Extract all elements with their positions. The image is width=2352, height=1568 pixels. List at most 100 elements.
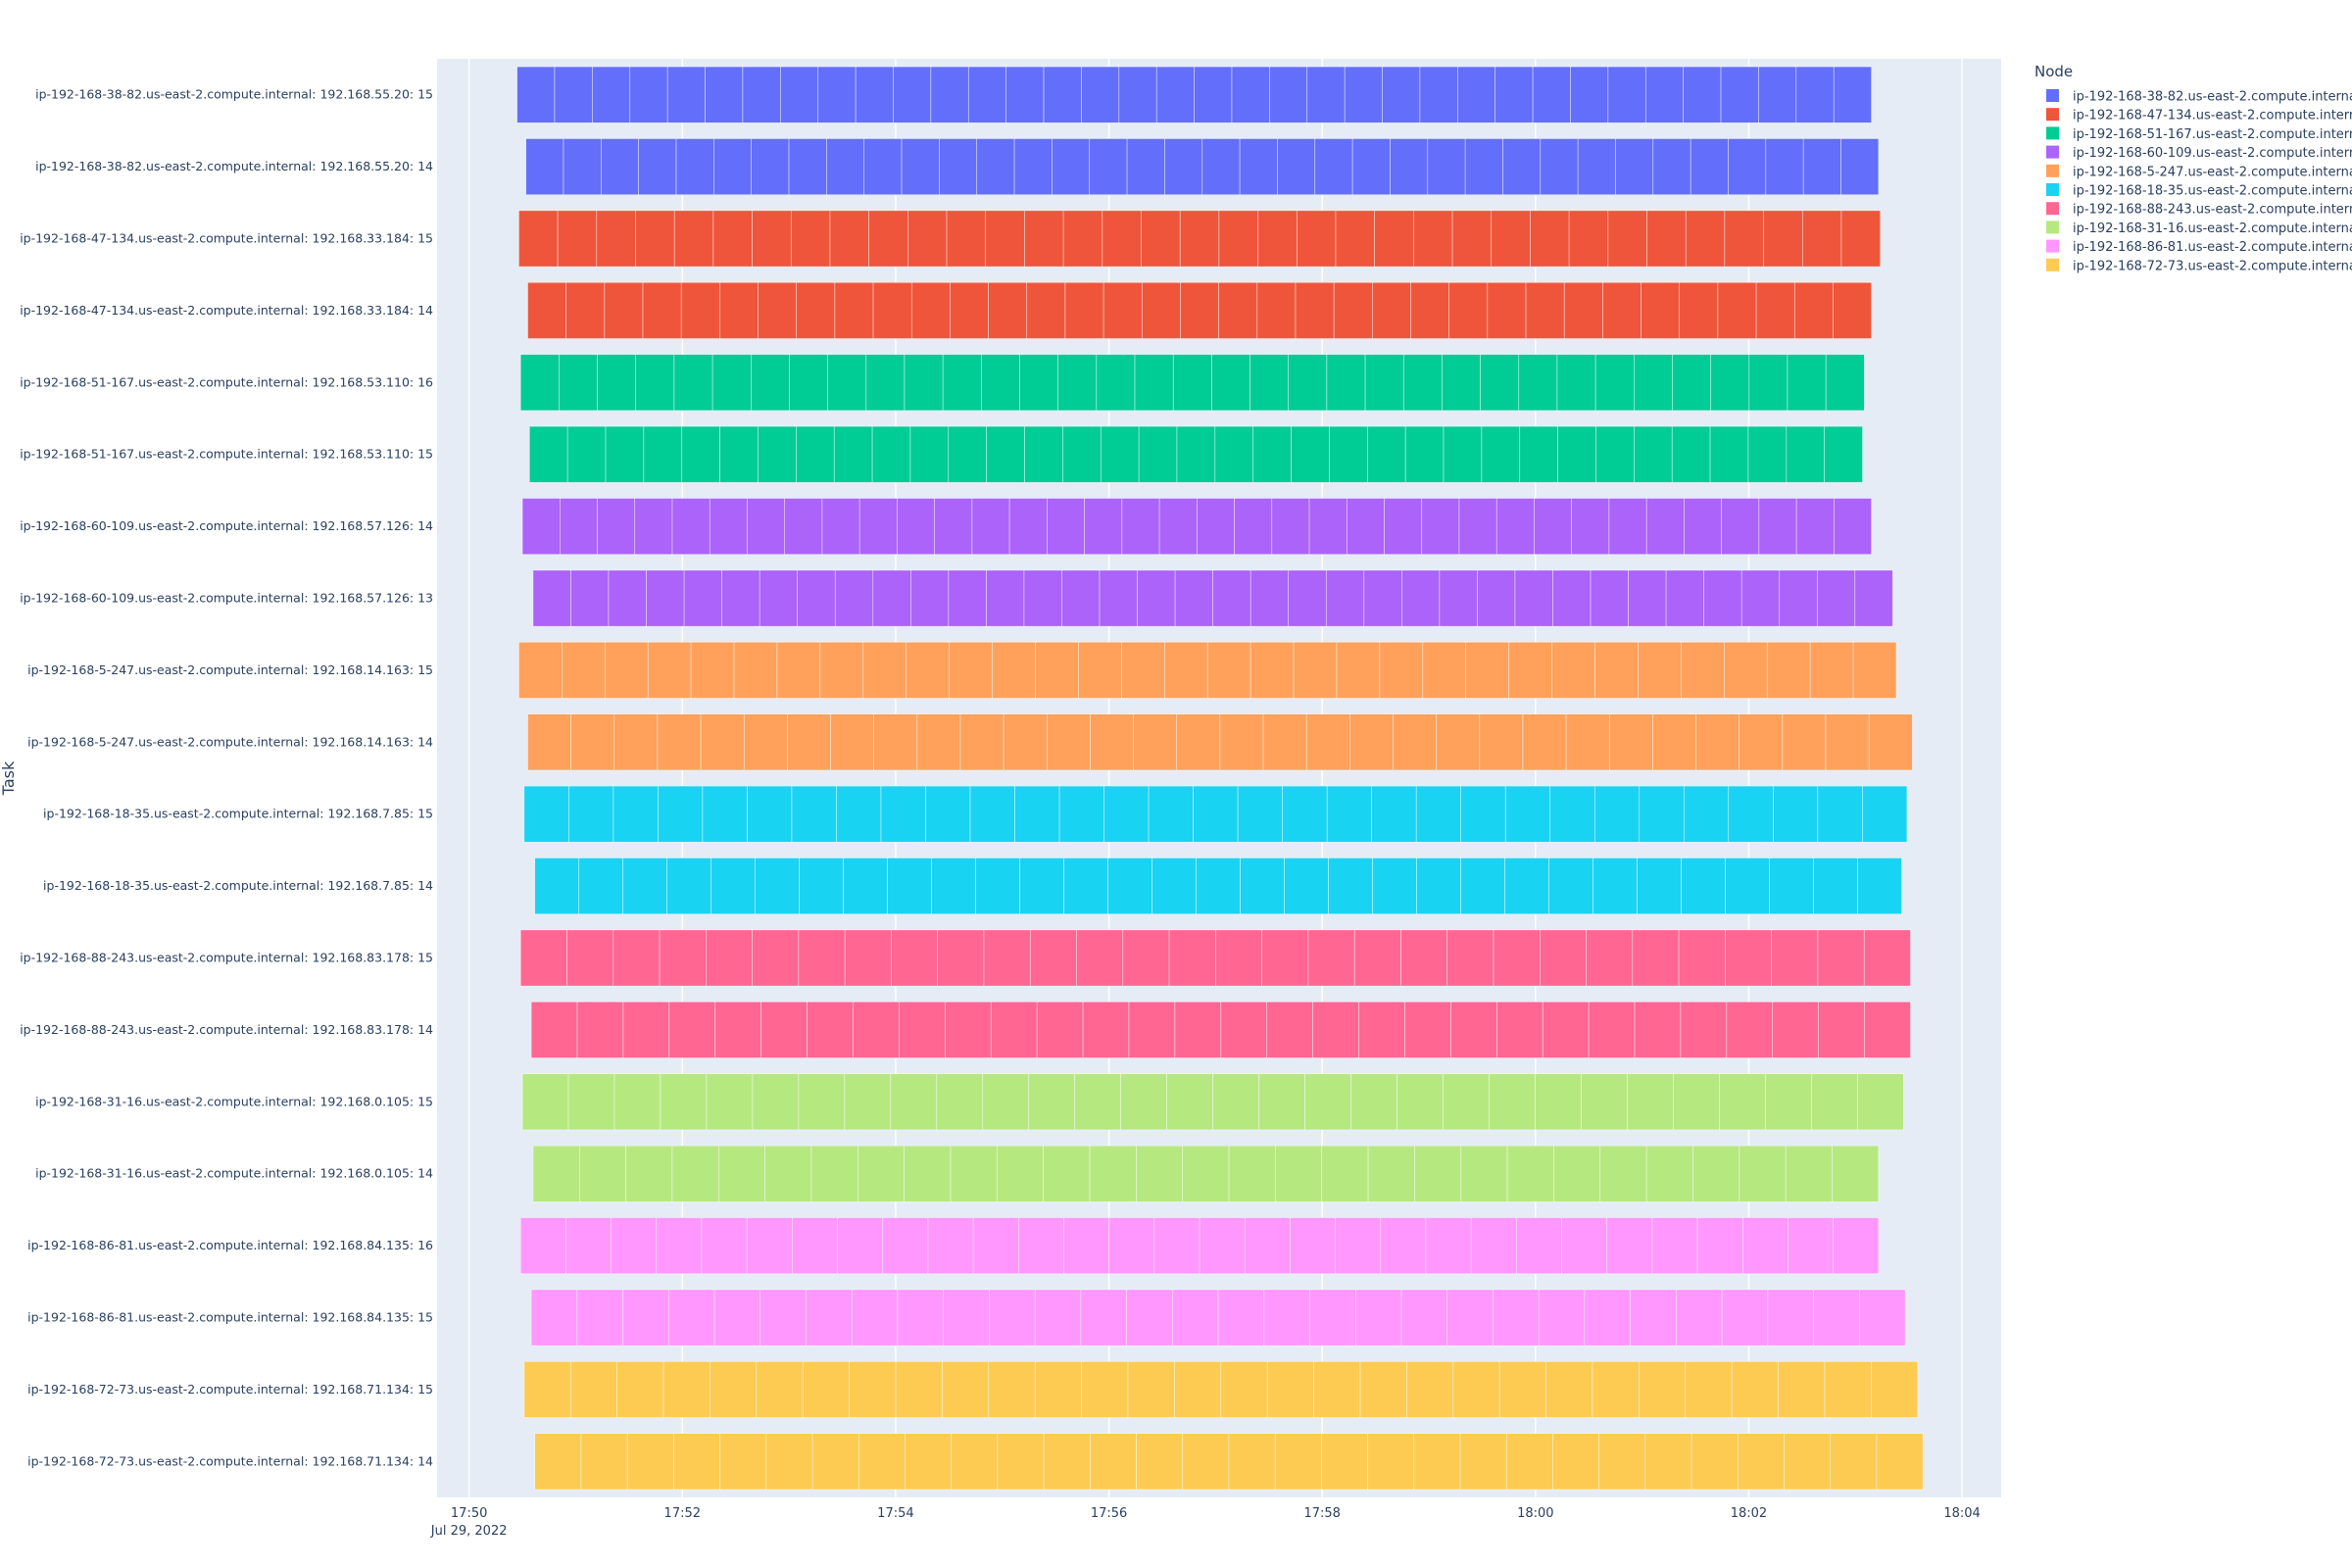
task-segment[interactable] (662, 1360, 710, 1418)
task-segment[interactable] (1211, 354, 1250, 412)
task-segment[interactable] (1817, 929, 1865, 987)
task-segment[interactable] (1540, 138, 1579, 196)
task-segment[interactable] (950, 281, 989, 339)
task-segment[interactable] (1277, 138, 1316, 196)
task-segment[interactable] (1436, 713, 1481, 771)
task-segment[interactable] (817, 66, 857, 123)
task-segment[interactable] (1344, 66, 1383, 123)
task-segment[interactable] (1608, 713, 1653, 771)
task-segment[interactable] (1284, 858, 1329, 915)
task-segment[interactable] (1372, 858, 1417, 915)
task-segment[interactable] (1121, 641, 1165, 699)
task-segment[interactable] (1548, 858, 1593, 915)
task-segment[interactable] (1329, 425, 1368, 483)
task-segment[interactable] (1312, 1001, 1359, 1058)
task-segment[interactable] (1228, 1145, 1276, 1202)
task-segment[interactable] (988, 281, 1028, 339)
task-segment[interactable] (1632, 929, 1680, 987)
task-segment[interactable] (1859, 1289, 1906, 1347)
task-segment[interactable] (1763, 210, 1803, 268)
task-segment[interactable] (1393, 713, 1437, 771)
task-segment[interactable] (758, 281, 798, 339)
task-segment[interactable] (1769, 858, 1814, 915)
legend-item[interactable]: ip-192-168-47-134.us-east-2.compute.inte… (2046, 108, 2352, 123)
task-segment[interactable] (890, 1073, 938, 1131)
task-segment[interactable] (827, 354, 867, 412)
task-segment[interactable] (1258, 1073, 1305, 1131)
task-bar[interactable] (532, 1145, 1880, 1202)
task-segment[interactable] (1703, 569, 1742, 627)
task-segment[interactable] (570, 713, 615, 771)
task-segment[interactable] (1824, 1360, 1872, 1418)
task-segment[interactable] (1840, 138, 1880, 196)
task-segment[interactable] (565, 281, 606, 339)
task-segment[interactable] (1545, 1360, 1593, 1418)
task-segment[interactable] (1372, 281, 1411, 339)
task-segment[interactable] (1495, 1001, 1544, 1058)
task-segment[interactable] (758, 425, 797, 483)
task-segment[interactable] (659, 929, 707, 987)
task-segment[interactable] (567, 1073, 615, 1131)
task-segment[interactable] (910, 569, 950, 627)
task-segment[interactable] (518, 641, 563, 699)
task-segment[interactable] (1102, 281, 1143, 339)
task-segment[interactable] (887, 858, 932, 915)
task-segment[interactable] (752, 1073, 800, 1131)
task-segment[interactable] (1443, 425, 1483, 483)
task-segment[interactable] (1563, 281, 1603, 339)
task-segment[interactable] (1504, 785, 1551, 843)
task-segment[interactable] (1728, 785, 1774, 843)
task-segment[interactable] (1557, 425, 1596, 483)
task-segment[interactable] (1646, 210, 1687, 268)
task-segment[interactable] (755, 858, 800, 915)
task-segment[interactable] (1262, 713, 1307, 771)
task-segment[interactable] (1013, 138, 1053, 196)
task-segment[interactable] (569, 1360, 617, 1418)
task-segment[interactable] (1136, 1145, 1184, 1202)
task-segment[interactable] (1266, 1001, 1313, 1058)
task-segment[interactable] (1174, 1001, 1222, 1058)
task-segment[interactable] (1127, 1360, 1175, 1418)
task-segment[interactable] (1419, 66, 1458, 123)
task-segment[interactable] (1421, 498, 1460, 556)
task-segment[interactable] (982, 1073, 1030, 1131)
task-segment[interactable] (1043, 1433, 1091, 1491)
task-segment[interactable] (1163, 641, 1208, 699)
task-segment[interactable] (1840, 210, 1881, 268)
task-segment[interactable] (802, 1360, 850, 1418)
task-segment[interactable] (1396, 1073, 1444, 1131)
task-segment[interactable] (1830, 1433, 1878, 1491)
task-segment[interactable] (604, 281, 644, 339)
task-segment[interactable] (810, 1145, 858, 1202)
task-segment[interactable] (719, 425, 759, 483)
task-segment[interactable] (1282, 785, 1328, 843)
task-segment[interactable] (523, 1360, 571, 1418)
task-segment[interactable] (1080, 1289, 1127, 1347)
task-segment[interactable] (834, 569, 874, 627)
legend-item[interactable]: ip-192-168-72-73.us-east-2.compute.inter… (2046, 258, 2352, 274)
task-segment[interactable] (986, 425, 1025, 483)
task-segment[interactable] (976, 138, 1015, 196)
task-segment[interactable] (1645, 498, 1685, 556)
task-segment[interactable] (746, 1217, 793, 1275)
task-segment[interactable] (1717, 281, 1757, 339)
task-segment[interactable] (527, 713, 571, 771)
task-segment[interactable] (622, 1289, 669, 1347)
task-segment[interactable] (829, 210, 869, 268)
legend-item[interactable]: ip-192-168-5-247.us-east-2.compute.inter… (2046, 164, 2352, 180)
task-segment[interactable] (1565, 713, 1610, 771)
task-segment[interactable] (1172, 354, 1212, 412)
task-segment[interactable] (1731, 1360, 1779, 1418)
task-segment[interactable] (1723, 641, 1768, 699)
task-segment[interactable] (1813, 1289, 1860, 1347)
task-segment[interactable] (1530, 210, 1570, 268)
task-segment[interactable] (1103, 785, 1150, 843)
task-segment[interactable] (971, 498, 1010, 556)
task-segment[interactable] (1502, 138, 1542, 196)
task-segment[interactable] (1817, 785, 1863, 843)
task-segment[interactable] (1081, 1360, 1129, 1418)
task-segment[interactable] (673, 354, 713, 412)
task-segment[interactable] (798, 1073, 846, 1131)
task-segment[interactable] (1413, 210, 1453, 268)
task-segment[interactable] (1321, 1433, 1368, 1491)
